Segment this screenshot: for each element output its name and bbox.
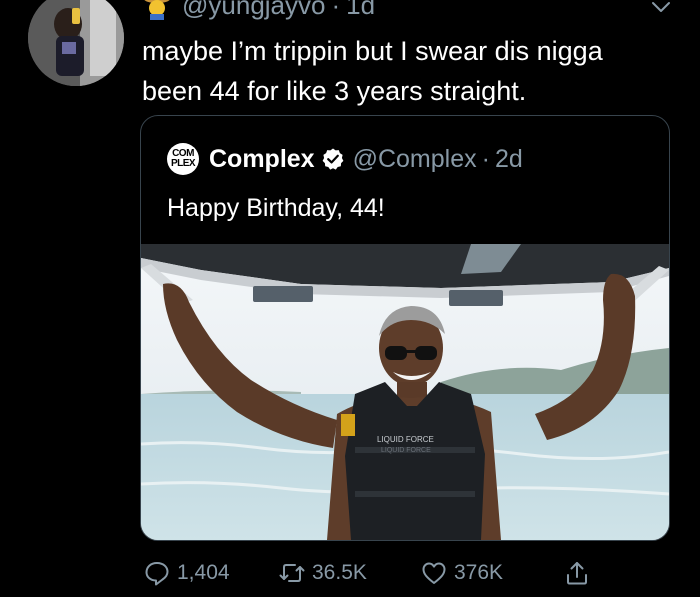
tweet-handle[interactable]: @yungjayvo xyxy=(182,0,325,21)
share-button[interactable] xyxy=(563,556,597,590)
heart-icon xyxy=(422,562,446,584)
reply-icon xyxy=(145,562,169,586)
separator-dot: · xyxy=(331,0,341,20)
quoted-author-handle[interactable]: @Complex xyxy=(353,145,477,174)
quoted-tweet-card[interactable]: COM PLEX Complex @Complex · 2d Happy Bir… xyxy=(140,115,670,541)
quoted-tweet-photo[interactable]: LIQUID FORCE LIQUID FORCE xyxy=(141,244,669,540)
tweet-header: @yungjayvo · 1d xyxy=(142,0,375,20)
share-icon xyxy=(567,562,587,585)
vest-print-1: LIQUID FORCE xyxy=(377,435,434,444)
retweet-count: 36.5K xyxy=(312,561,367,584)
avatar[interactable] xyxy=(28,0,124,86)
logo-line-2: PLEX xyxy=(170,158,196,169)
quoted-author-name[interactable]: Complex xyxy=(209,145,315,174)
birthday-photo: LIQUID FORCE LIQUID FORCE xyxy=(141,244,669,540)
verified-badge-icon xyxy=(321,147,345,171)
tweet-text: maybe I’m trippin but I swear dis nigga … xyxy=(142,36,603,106)
complex-logo[interactable]: COM PLEX xyxy=(167,143,199,175)
quoted-tweet-time[interactable]: 2d xyxy=(495,145,523,174)
quoted-tweet-text: Happy Birthday, 44! xyxy=(167,194,385,222)
tweet-time[interactable]: 1d xyxy=(346,0,375,21)
avatar-photo xyxy=(28,0,124,86)
retweet-button[interactable]: 36.5K xyxy=(278,556,367,590)
retweet-icon xyxy=(279,564,305,582)
reply-button[interactable]: 1,404 xyxy=(143,556,230,590)
vest-print-2: LIQUID FORCE xyxy=(381,447,431,454)
tweet-actions: 1,404 36.5K 376K xyxy=(0,556,700,590)
like-button[interactable]: 376K xyxy=(420,556,503,590)
like-count: 376K xyxy=(454,561,504,584)
cowboy-emoji-icon xyxy=(142,0,172,20)
quoted-tweet-header: COM PLEX Complex @Complex · 2d xyxy=(167,143,523,175)
chevron-down-icon[interactable] xyxy=(650,0,672,18)
reply-count: 1,404 xyxy=(177,561,230,584)
separator-dot: · xyxy=(481,144,490,173)
